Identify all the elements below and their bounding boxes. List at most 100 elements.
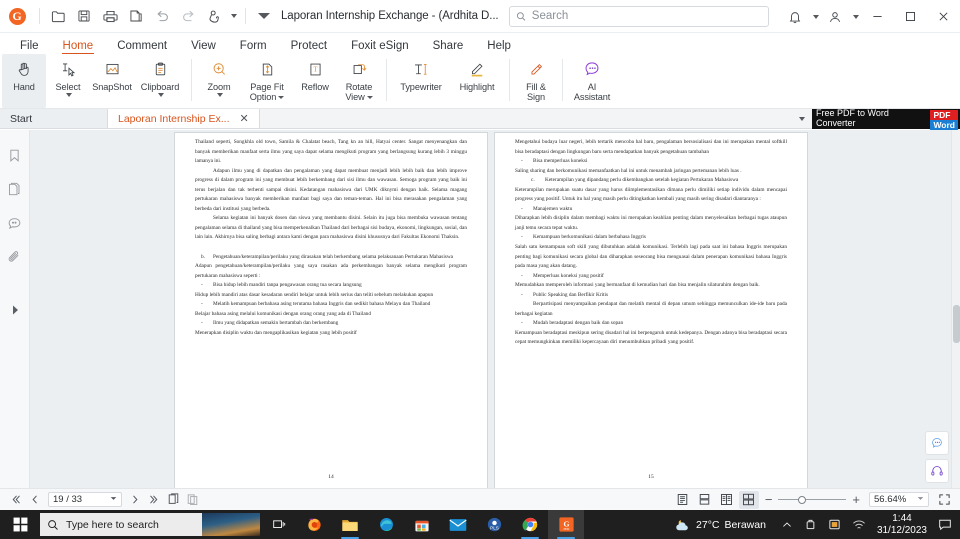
pls-app-icon[interactable]: PLS (476, 510, 512, 539)
menu-foxit-esign[interactable]: Foxit eSign (339, 40, 421, 54)
tab-laporan-internship[interactable]: Laporan Internship Ex... ✕ (108, 109, 260, 128)
scrollbar-thumb[interactable] (953, 305, 960, 343)
reflow-button[interactable]: T Reflow (293, 54, 337, 108)
mail-icon[interactable] (440, 510, 476, 539)
menu-share[interactable]: Share (421, 40, 476, 54)
typewriter-button[interactable]: Typewriter (392, 54, 450, 108)
fill-sign-button[interactable]: Fill & Sign (515, 54, 557, 108)
first-page-icon[interactable] (6, 491, 25, 509)
task-view-icon[interactable] (260, 510, 296, 539)
menu-form[interactable]: Form (228, 40, 279, 54)
search-box[interactable] (508, 5, 769, 27)
comments-icon[interactable] (7, 216, 22, 236)
taskbar-weather-widget[interactable]: 27°C Berawan (674, 517, 766, 532)
google-chrome-icon[interactable] (512, 510, 548, 539)
bell-icon[interactable] (781, 5, 809, 29)
expand-panel-arrow-icon[interactable] (12, 302, 19, 320)
menu-protect[interactable]: Protect (279, 40, 339, 54)
continuous-layout-icon[interactable] (695, 491, 715, 509)
redo-icon[interactable] (175, 4, 201, 28)
network-icon[interactable] (848, 519, 870, 531)
menu-home[interactable]: Home (51, 40, 106, 54)
document-chevron-down-icon[interactable] (251, 4, 277, 28)
zoom-in-button[interactable]: + (852, 493, 860, 506)
facing-continuous-layout-icon[interactable] (738, 490, 759, 509)
zoom-slider-track[interactable] (778, 495, 847, 504)
tab-close-icon[interactable]: ✕ (240, 112, 249, 125)
search-input[interactable] (531, 10, 762, 22)
ai-assistant-icon (583, 58, 601, 80)
single-page-view-icon[interactable] (164, 491, 183, 509)
list-item: - Ilmu yang didapatkan semakin bertambah… (195, 319, 467, 329)
snapshot-button[interactable]: SnapShot (90, 54, 134, 108)
rotate-view-button[interactable]: Rotate View (337, 54, 381, 108)
open-folder-icon[interactable] (45, 4, 71, 28)
attachments-icon[interactable] (7, 250, 22, 270)
onedrive-icon[interactable] (800, 518, 822, 531)
account-icon[interactable] (821, 5, 849, 29)
save-icon[interactable] (71, 4, 97, 28)
notifications-chevron-down-icon[interactable] (809, 5, 821, 29)
windows-start-icon[interactable] (0, 517, 40, 532)
reflow-icon: T (307, 58, 324, 80)
taskbar-clock[interactable]: 1:44 31/12/2023 (872, 513, 932, 537)
previous-page-icon[interactable] (25, 491, 44, 509)
menu-file[interactable]: File (8, 40, 51, 54)
clipboard-chevron-down-icon[interactable] (157, 93, 164, 97)
zoom-slider-knob[interactable] (798, 495, 807, 504)
last-page-icon[interactable] (145, 491, 164, 509)
next-page-icon[interactable] (126, 491, 145, 509)
vertical-scrollbar[interactable] (951, 130, 960, 488)
copy-icon[interactable] (123, 4, 149, 28)
fullscreen-icon[interactable] (935, 491, 954, 509)
tab-list-chevron-down-icon[interactable] (790, 107, 812, 131)
file-explorer-icon[interactable] (332, 510, 368, 539)
clipboard-button[interactable]: Clipboard (134, 54, 186, 108)
action-center-icon[interactable] (934, 518, 956, 532)
zoom-out-button[interactable]: − (765, 493, 773, 506)
select-chevron-down-icon[interactable] (65, 93, 72, 97)
facing-layout-icon[interactable] (717, 491, 737, 509)
ad-banner-pdf-to-word[interactable]: Free PDF to Word Converter PDF Word (812, 108, 960, 130)
support-headset-icon[interactable] (925, 459, 949, 483)
touch-mode-icon[interactable] (201, 4, 227, 28)
minimize-icon[interactable] (861, 0, 894, 33)
highlight-button[interactable]: Highlight (450, 54, 504, 108)
continuous-view-icon[interactable] (183, 491, 202, 509)
page-thumbnails-icon[interactable] (7, 182, 22, 202)
menu-view[interactable]: View (179, 40, 228, 54)
zoom-slider[interactable]: − + (765, 493, 860, 506)
foxit-pdf-reader-icon[interactable]: G PDF (548, 510, 584, 539)
hand-tool-button[interactable]: Hand (2, 54, 46, 108)
page-fit-option-button[interactable]: Page Fit Option (241, 54, 293, 108)
taskbar-search-box[interactable]: Type here to search (40, 513, 260, 536)
ai-assistant-button[interactable]: AI Assistant (568, 54, 616, 108)
tab-start[interactable]: Start (0, 109, 108, 128)
show-hidden-icons-chevron[interactable] (776, 520, 798, 530)
page-number-input[interactable]: 19 / 33 (48, 492, 122, 507)
menu-help[interactable]: Help (475, 40, 523, 54)
zoom-level-input[interactable]: 56.64% (869, 492, 929, 507)
microsoft-edge-icon[interactable] (368, 510, 404, 539)
pdf-page-14[interactable]: Thailand seperti, Songkhla old town, Sam… (175, 133, 487, 488)
firefox-icon[interactable] (296, 510, 332, 539)
zoom-button[interactable]: Zoom (197, 54, 241, 108)
maximize-icon[interactable] (894, 0, 927, 33)
zoom-level-chevron-down-icon[interactable] (917, 494, 924, 505)
page-number-chevron-down-icon[interactable] (110, 494, 117, 505)
touch-mode-chevron-down-icon[interactable] (227, 4, 240, 28)
microsoft-store-icon[interactable] (404, 510, 440, 539)
account-chevron-down-icon[interactable] (849, 5, 861, 29)
zoom-chevron-down-icon[interactable] (216, 93, 223, 97)
ai-assistant-float-icon[interactable] (925, 431, 949, 455)
select-tool-button[interactable]: Select (46, 54, 90, 108)
undo-icon[interactable] (149, 4, 175, 28)
security-icon[interactable] (824, 518, 846, 531)
menu-comment[interactable]: Comment (105, 40, 179, 54)
document-viewer[interactable]: Thailand seperti, Songkhla old town, Sam… (30, 130, 960, 488)
pdf-page-15[interactable]: Mengetahui budaya luar negeri, lebih ter… (495, 133, 807, 488)
close-icon[interactable] (927, 0, 960, 33)
print-icon[interactable] (97, 4, 123, 28)
single-page-layout-icon[interactable] (673, 491, 693, 509)
bookmarks-icon[interactable] (7, 148, 22, 168)
